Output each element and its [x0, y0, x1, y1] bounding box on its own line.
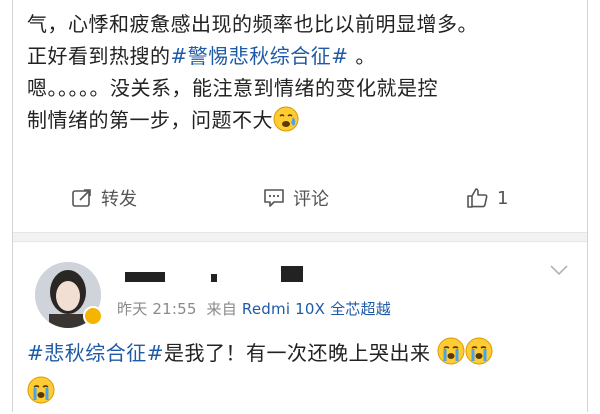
like-count: 1 [497, 187, 509, 209]
comment-time: 昨天 21:55 [117, 300, 197, 318]
crying-emoji-icon [437, 337, 465, 375]
repost-button[interactable]: 转发 [71, 176, 137, 220]
comment-item: 昨天 21:55 来自 Redmi 10X 全芯超越 #悲秋综合征#是我了！有一… [13, 240, 587, 412]
crying-emoji-icon [27, 376, 55, 414]
repost-label: 转发 [101, 189, 137, 210]
comment-button[interactable]: 评论 [263, 176, 329, 220]
device-link[interactable]: Redmi 10X 全芯超越 [242, 300, 391, 318]
repost-icon [71, 187, 93, 209]
comment-icon [263, 187, 285, 209]
comment-text: #悲秋综合征#是我了！有一次还晚上哭出来 [27, 336, 575, 414]
like-icon [465, 186, 489, 210]
comment-label: 评论 [293, 189, 329, 210]
comment-meta: 昨天 21:55 来自 Redmi 10X 全芯超越 [117, 298, 391, 319]
like-button[interactable]: 1 [465, 176, 508, 220]
crying-emoji-icon [465, 337, 493, 375]
weibo-card: 气，心悸和疲惫感出现的频率也比以前明显增多。 正好看到热搜的#警惕悲秋综合征# … [12, 0, 588, 412]
verified-badge-icon [83, 306, 103, 326]
post-action-bar: 转发 评论 1 [13, 176, 587, 220]
post-line-4: 制情绪的第一步，问题不大 [27, 104, 575, 141]
post-line-2: 正好看到热搜的#警惕悲秋综合征# 。 [27, 44, 376, 68]
chevron-down-icon[interactable] [549, 262, 569, 281]
comment-source-label: 来自 [206, 300, 237, 318]
post-text: 气，心悸和疲惫感出现的频率也比以前明显增多。 正好看到热搜的#警惕悲秋综合征# … [27, 8, 575, 141]
sob-emoji-icon [273, 106, 299, 141]
post-line-1: 气，心悸和疲惫感出现的频率也比以前明显增多。 [27, 12, 478, 36]
hashtag-link[interactable]: #悲秋综合征# [27, 341, 164, 365]
hashtag-link[interactable]: #警惕悲秋综合征# [171, 44, 349, 68]
post-line-3: 嗯。。。。。没关系，能注意到情绪的变化就是控 [27, 76, 438, 100]
